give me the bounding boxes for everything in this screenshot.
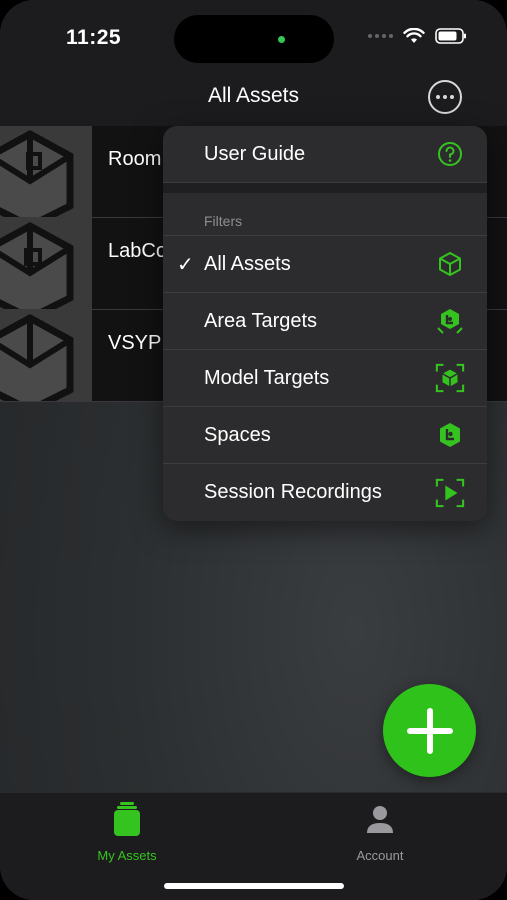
- asset-thumbnail-cube-icon: [0, 126, 92, 217]
- phone-screen: 11:25 All Assets Room LabCo VSYP User Gu…: [0, 0, 507, 900]
- menu-item-label: User Guide: [204, 142, 306, 165]
- asset-thumbnail-cube-icon: [0, 310, 92, 401]
- menu-item-user-guide[interactable]: User Guide: [163, 126, 487, 183]
- menu-item-area-targets[interactable]: Area Targets: [163, 293, 487, 350]
- add-asset-button[interactable]: [383, 684, 476, 777]
- status-icons: [368, 28, 467, 44]
- menu-item-label: Model Targets: [204, 366, 330, 389]
- asset-name: VSYP: [108, 332, 162, 354]
- menu-item-spaces[interactable]: Spaces: [163, 407, 487, 464]
- signal-icon: [368, 34, 393, 38]
- model-target-icon: [435, 363, 465, 393]
- tab-account[interactable]: Account: [310, 801, 450, 863]
- filters-section-header: Filters: [163, 193, 487, 236]
- menu-item-model-targets[interactable]: Model Targets: [163, 350, 487, 407]
- menu-item-label: Session Recordings: [204, 481, 382, 503]
- wifi-icon: [403, 28, 425, 43]
- asset-name: LabCo: [108, 240, 167, 262]
- assets-stack-icon: [114, 802, 140, 836]
- menu-item-session-recordings[interactable]: Session Recordings: [163, 464, 487, 521]
- more-options-button[interactable]: [428, 80, 462, 114]
- battery-icon: [435, 28, 466, 44]
- camera-indicator-icon: [278, 36, 285, 43]
- plus-icon: [406, 707, 453, 754]
- status-time: 11:25: [66, 26, 122, 49]
- status-bar: 11:25: [0, 0, 507, 68]
- session-recording-icon: [435, 478, 465, 508]
- spaces-icon: [435, 420, 465, 450]
- tab-label: Account: [356, 848, 404, 863]
- asset-thumbnail-cube-icon: [0, 218, 92, 309]
- dynamic-island: [174, 15, 334, 63]
- help-icon: [435, 139, 465, 169]
- asset-name: Room: [108, 148, 162, 170]
- area-target-icon: [435, 306, 465, 336]
- menu-item-all-assets[interactable]: ✓ All Assets: [163, 236, 487, 293]
- tab-my-assets[interactable]: My Assets: [57, 801, 197, 863]
- filters-header: Filters: [204, 213, 243, 229]
- menu-item-label: Spaces: [204, 423, 271, 446]
- navigation-bar: All Assets: [0, 68, 507, 126]
- person-icon: [367, 806, 393, 833]
- tab-label: My Assets: [97, 848, 157, 863]
- home-indicator: [164, 883, 344, 889]
- filter-menu: User Guide Filters ✓ All Assets Area Tar…: [163, 126, 487, 521]
- menu-item-label: Area Targets: [204, 309, 318, 332]
- cube-icon: [435, 249, 465, 279]
- menu-separator: [163, 183, 487, 193]
- checkmark-icon: ✓: [177, 253, 194, 276]
- menu-item-label: All Assets: [204, 252, 291, 275]
